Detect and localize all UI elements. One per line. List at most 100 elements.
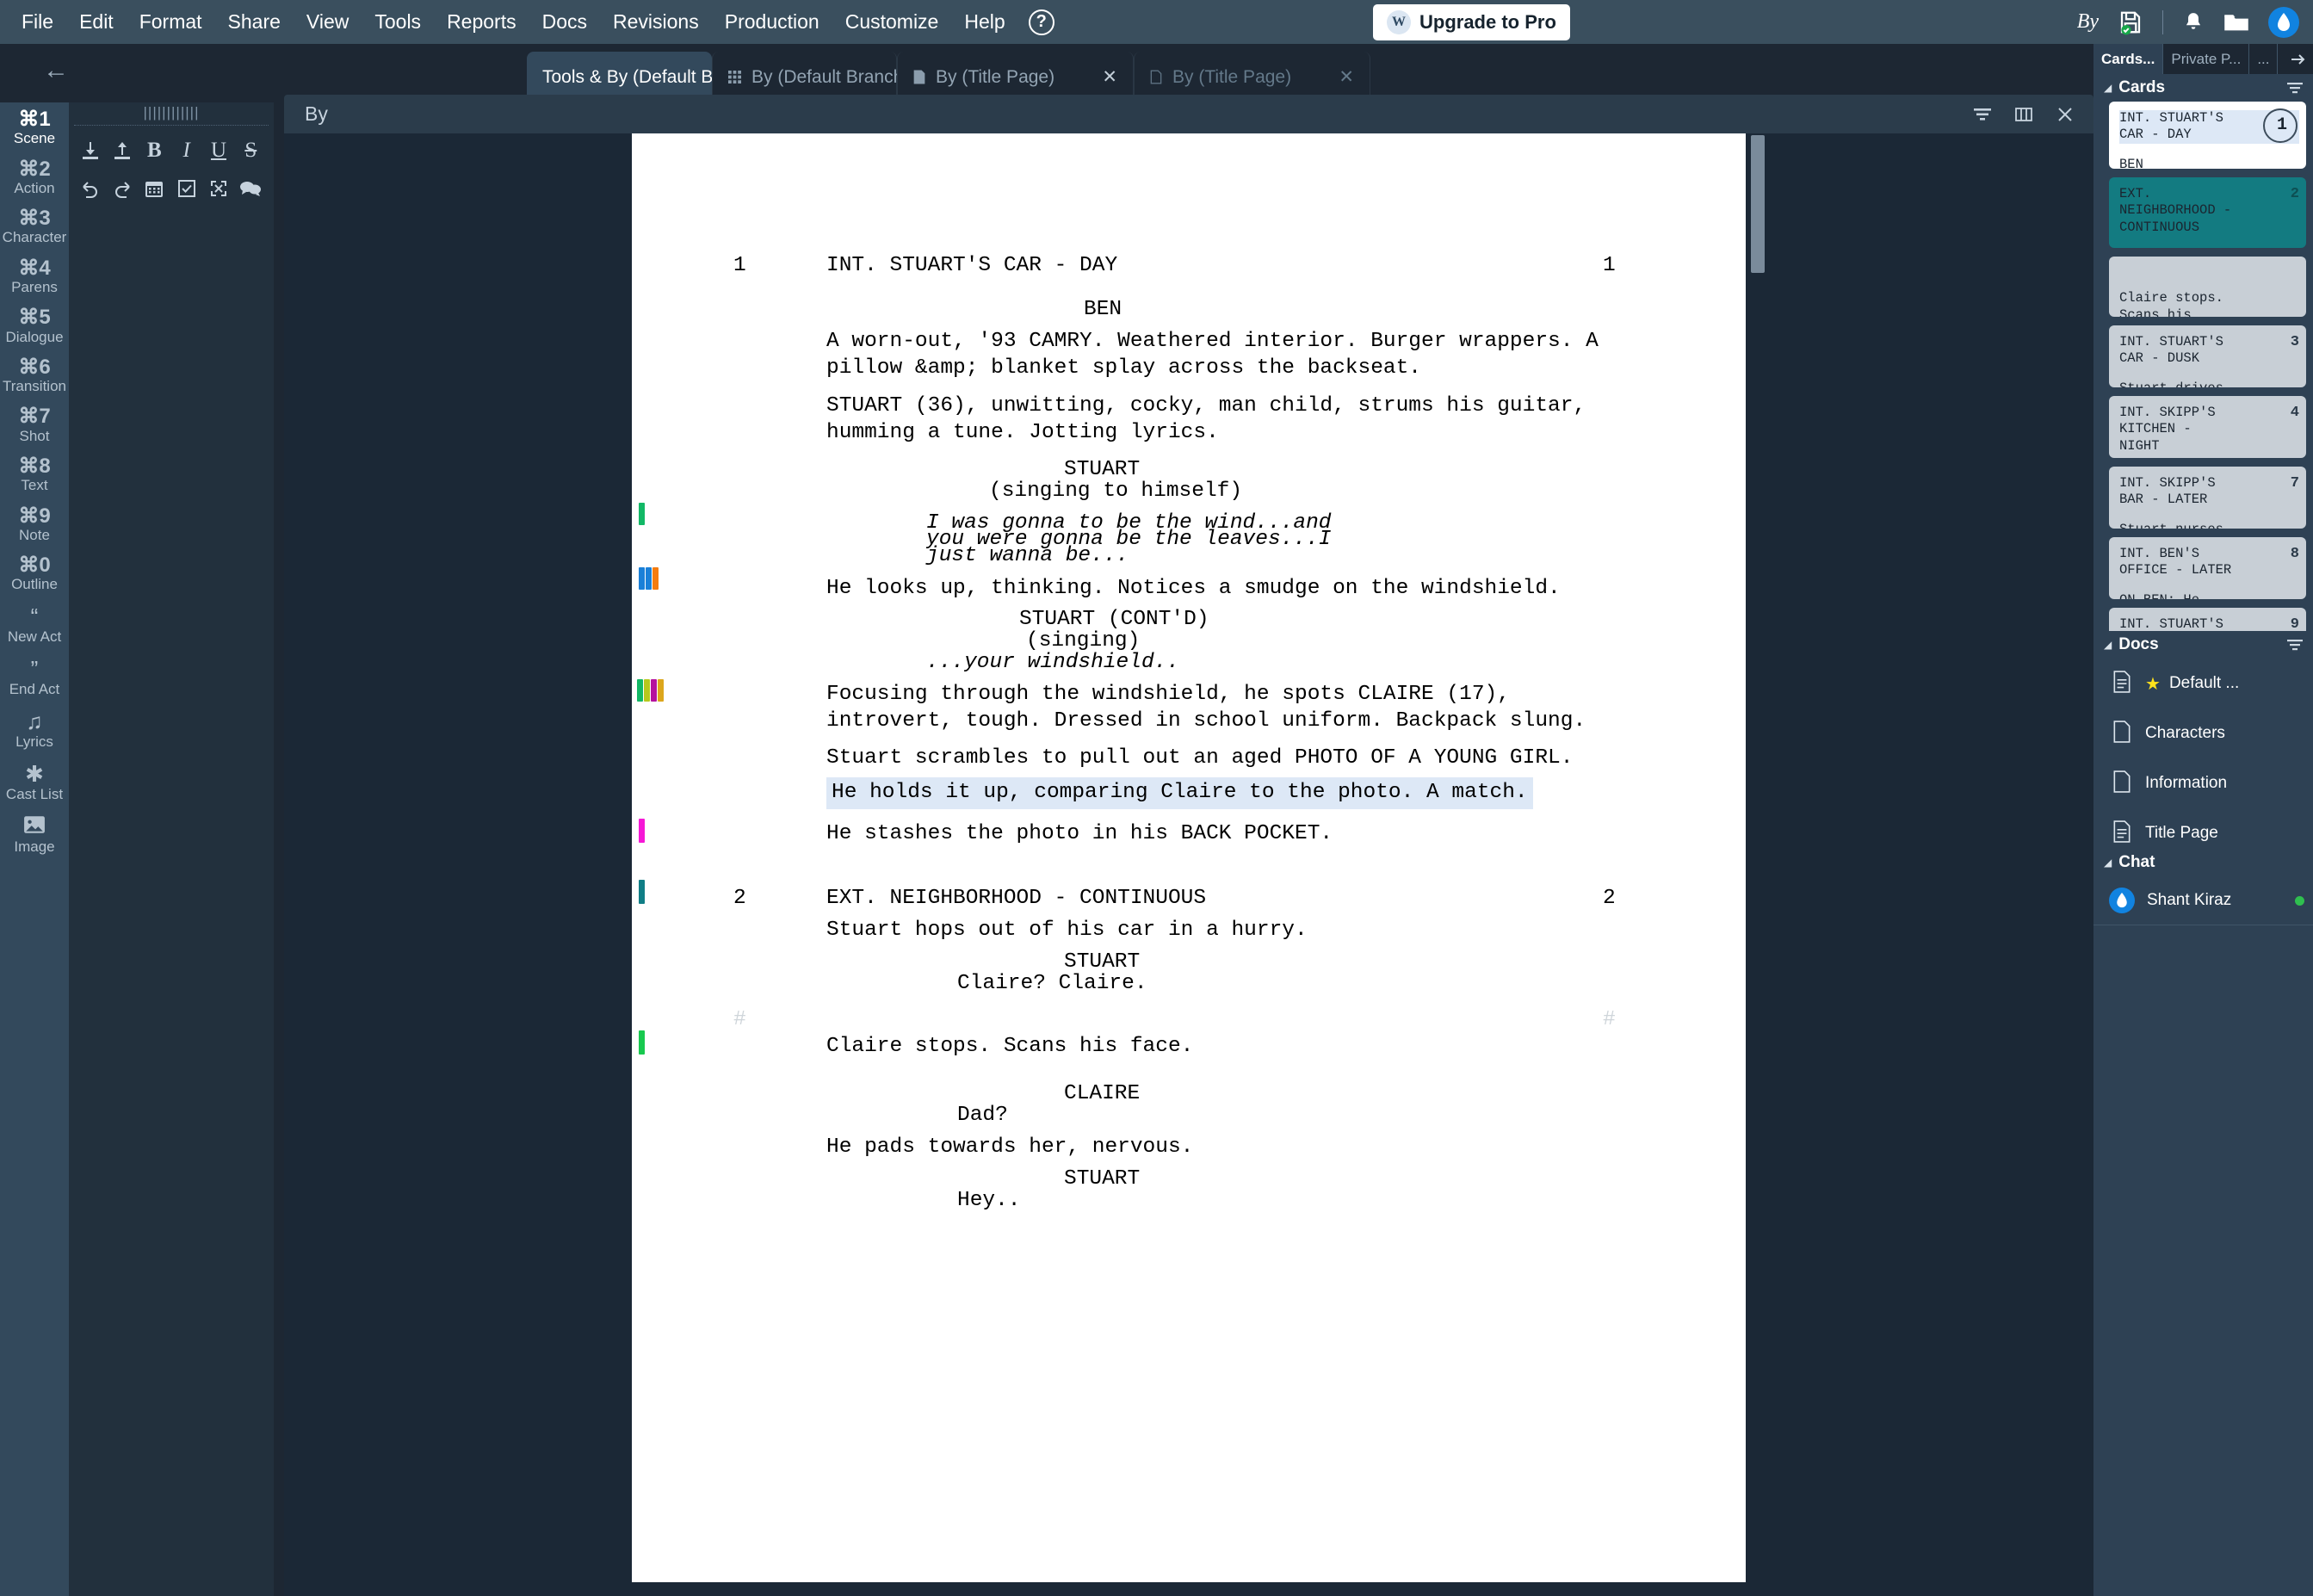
filter-icon[interactable] [2287, 638, 2303, 652]
save-icon[interactable] [2118, 9, 2143, 35]
chat-user-row[interactable]: Shant Kiraz [2093, 876, 2313, 925]
card-scene-7[interactable]: INT. SKIPP'S BAR - LATER 7 Stuart nurses… [2109, 467, 2306, 529]
upgrade-to-pro-button[interactable]: W Upgrade to Pro [1373, 4, 1570, 40]
filter-icon[interactable] [2287, 81, 2303, 95]
import-icon[interactable] [74, 138, 106, 164]
card-scene-9[interactable]: INT. STUART'S CAR - NIGHT 9 Claire is in… [2109, 608, 2306, 631]
export-icon[interactable] [106, 138, 138, 164]
scene-heading-1[interactable]: INT. STUART'S CAR - DAY [826, 253, 1117, 280]
character-claire[interactable]: CLAIRE [1064, 1081, 1140, 1108]
user-avatar-icon[interactable] [2268, 6, 2299, 38]
doc-item-characters[interactable]: Characters [2093, 708, 2313, 758]
bold-icon[interactable]: B [139, 138, 170, 164]
calendar-icon[interactable] [139, 176, 170, 201]
rail-item-character[interactable]: ⌘3 Character [0, 201, 69, 251]
script-page[interactable]: 1 INT. STUART'S CAR - DAY 1 BEN A worn-o… [632, 133, 1746, 1582]
action-line-2[interactable]: STUART (36), unwitting, cocky, man child… [826, 393, 1586, 446]
script-editor[interactable]: 1 INT. STUART'S CAR - DAY 1 BEN A worn-o… [284, 133, 2093, 1596]
action-line-5[interactable]: Stuart scrambles to pull out an aged PHO… [826, 745, 1573, 772]
menu-item-share[interactable]: Share [215, 0, 294, 44]
rail-item-action[interactable]: ⌘2 Action [0, 152, 69, 202]
doc-item-default[interactable]: ★ Default ... [2093, 659, 2313, 708]
menu-item-reports[interactable]: Reports [434, 0, 529, 44]
menu-item-format[interactable]: Format [127, 0, 215, 44]
right-panel-tab-more[interactable]: ... [2249, 44, 2279, 74]
bell-icon[interactable] [2182, 10, 2205, 34]
card-scene-8[interactable]: INT. BEN'S OFFICE - LATER 8 ON BEN: He g… [2109, 537, 2306, 599]
filter-icon[interactable] [1973, 106, 1992, 123]
menu-item-help[interactable]: Help [951, 0, 1017, 44]
italic-icon[interactable]: I [170, 138, 202, 164]
doc-item-information[interactable]: Information [2093, 758, 2313, 808]
action-line-8[interactable]: Stuart hops out of his car in a hurry. [826, 918, 1308, 944]
collapse-caret-icon[interactable]: ◢ [2104, 857, 2112, 869]
checkbox-icon[interactable] [170, 176, 202, 201]
menu-item-revisions[interactable]: Revisions [600, 0, 712, 44]
action-line-4[interactable]: Focusing through the windshield, he spot… [826, 682, 1586, 734]
card-scene-untitled[interactable]: Claire stops. Scans his face. [2109, 257, 2306, 317]
character-stuart-3[interactable]: STUART [1064, 1166, 1140, 1193]
menu-item-edit[interactable]: Edit [66, 0, 127, 44]
rail-item-outline[interactable]: ⌘0 Outline [0, 548, 69, 598]
rail-item-scene[interactable]: ⌘1 Scene [0, 102, 69, 152]
rail-item-shot[interactable]: ⌘7 Shot [0, 399, 69, 449]
folder-icon[interactable] [2223, 11, 2249, 34]
fullscreen-icon[interactable] [202, 176, 234, 201]
rail-item-transition[interactable]: ⌘6 Transition [0, 350, 69, 400]
rail-item-parens[interactable]: ⌘4 Parens [0, 251, 69, 301]
close-icon[interactable] [2056, 106, 2075, 123]
menu-item-docs[interactable]: Docs [529, 0, 600, 44]
action-line-9[interactable]: Claire stops. Scans his face. [826, 1034, 1193, 1061]
rail-item-text[interactable]: ⌘8 Text [0, 449, 69, 499]
menu-item-view[interactable]: View [294, 0, 362, 44]
lyric-line-4[interactable]: ...your windshield.. [926, 650, 1179, 677]
help-icon[interactable]: ? [1028, 9, 1054, 35]
scene-heading-2[interactable]: EXT. NEIGHBORHOOD - CONTINUOUS [826, 886, 1206, 912]
menu-item-file[interactable]: File [9, 0, 66, 44]
tab-close-icon[interactable]: ✕ [1086, 66, 1117, 88]
action-line-6-selected[interactable]: He holds it up, comparing Claire to the … [826, 777, 1533, 809]
back-arrow-icon[interactable]: ← [43, 56, 69, 85]
expand-right-icon[interactable] [2284, 44, 2313, 74]
lyric-line-3[interactable]: just wanna be... [926, 543, 1129, 570]
action-line-10[interactable]: He pads towards her, nervous. [826, 1135, 1193, 1161]
dialogue-line-1[interactable]: Claire? Claire. [957, 971, 1147, 998]
rail-item-end-act[interactable]: ” End Act [0, 651, 69, 703]
strikethrough-icon[interactable]: S [235, 138, 267, 164]
cards-list[interactable]: INT. STUART'S CAR - DAY BEN 1 EXT. NEIGH… [2093, 102, 2313, 631]
page-scrollbar[interactable] [1751, 135, 1765, 273]
undo-icon[interactable] [74, 176, 106, 201]
tab-close-icon[interactable]: ✕ [1323, 66, 1354, 88]
collapse-caret-icon[interactable]: ◢ [2104, 639, 2112, 651]
docs-section-header[interactable]: ◢ Docs [2093, 631, 2313, 659]
rail-item-note[interactable]: ⌘9 Note [0, 499, 69, 549]
action-line-7[interactable]: He stashes the photo in his BACK POCKET. [826, 821, 1333, 848]
card-scene-3[interactable]: INT. STUART'S CAR - DUSK 3 Stuart drives… [2109, 325, 2306, 387]
right-panel-tab-cards[interactable]: Cards... [2093, 44, 2164, 74]
rail-item-image[interactable]: Image [0, 808, 69, 861]
parenthetical-1[interactable]: (singing to himself) [989, 479, 1242, 505]
rail-item-cast-list[interactable]: ✱ Cast List [0, 756, 69, 808]
toolbar-drag-handle[interactable]: |||||||||||| [69, 102, 274, 121]
right-panel-tab-private-pages[interactable]: Private P... [2163, 44, 2250, 74]
rail-item-dialogue[interactable]: ⌘5 Dialogue [0, 300, 69, 350]
redo-icon[interactable] [106, 176, 138, 201]
card-scene-4[interactable]: INT. SKIPP'S KITCHEN - NIGHT 4 Guitar an… [2109, 396, 2306, 458]
columns-icon[interactable] [2014, 106, 2033, 123]
menu-item-customize[interactable]: Customize [832, 0, 952, 44]
rail-item-lyrics[interactable]: ♫ Lyrics [0, 703, 69, 756]
character-ben[interactable]: BEN [1084, 297, 1122, 324]
card-scene-1[interactable]: INT. STUART'S CAR - DAY BEN 1 [2109, 102, 2306, 169]
action-line-3[interactable]: He looks up, thinking. Notices a smudge … [826, 576, 1561, 603]
menu-item-tools[interactable]: Tools [362, 0, 434, 44]
action-line-1[interactable]: A worn-out, '93 CAMRY. Weathered interio… [826, 329, 1599, 381]
comment-icon[interactable] [235, 176, 267, 201]
cards-section-header[interactable]: ◢ Cards [2093, 74, 2313, 102]
card-scene-2[interactable]: EXT. NEIGHBORHOOD - CONTINUOUS 2 Stuart … [2109, 177, 2306, 248]
menu-item-production[interactable]: Production [712, 0, 832, 44]
collapse-caret-icon[interactable]: ◢ [2104, 82, 2112, 94]
underline-icon[interactable]: U [202, 138, 234, 164]
chat-section-header[interactable]: ◢ Chat [2093, 849, 2313, 876]
dialogue-line-3[interactable]: Hey.. [957, 1188, 1021, 1215]
rail-item-new-act[interactable]: “ New Act [0, 598, 69, 651]
